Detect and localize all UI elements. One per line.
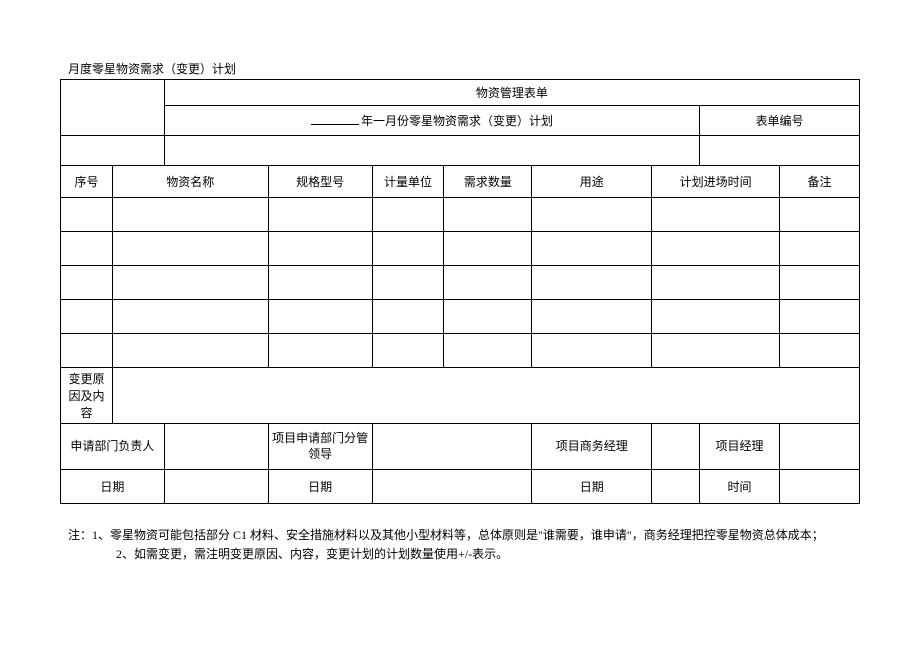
date3-label: 日期 <box>532 470 652 504</box>
cell-seq <box>61 232 113 266</box>
cell-spec <box>268 266 372 300</box>
cell-remark <box>780 300 860 334</box>
col-spec: 规格型号 <box>268 166 372 198</box>
cell-usage <box>532 266 652 300</box>
cell-remark <box>780 198 860 232</box>
sig-dept-head-label: 申请部门负责人 <box>61 424 165 470</box>
top-left-blank <box>61 80 165 136</box>
subtitle-cell: 年一月份零星物资需求（变更）计划 <box>164 106 699 136</box>
footnote-line-2: 2、如需变更，需注明变更原因、内容，变更计划的计划数量使用+/-表示。 <box>116 545 860 564</box>
form-no-value <box>700 136 860 166</box>
cell-usage <box>532 334 652 368</box>
cell-spec <box>268 232 372 266</box>
col-usage: 用途 <box>532 166 652 198</box>
cell-qty <box>444 266 532 300</box>
cell-seq <box>61 198 113 232</box>
date4-value <box>780 470 860 504</box>
cell-unit <box>372 266 444 300</box>
change-reason-label: 变更原因及内容 <box>61 368 113 424</box>
col-remark: 备注 <box>780 166 860 198</box>
cell-qty <box>444 300 532 334</box>
cell-unit <box>372 232 444 266</box>
cell-usage <box>532 300 652 334</box>
signature-row: 申请部门负责人 项目申请部门分管领导 项目商务经理 项目经理 <box>61 424 860 470</box>
cell-plan-entry <box>652 198 780 232</box>
table-row <box>61 266 860 300</box>
table-row <box>61 300 860 334</box>
cell-unit <box>372 300 444 334</box>
cell-plan-entry <box>652 334 780 368</box>
date2-value <box>372 470 532 504</box>
col-plan-entry: 计划进场时间 <box>652 166 780 198</box>
col-qty: 需求数量 <box>444 166 532 198</box>
cell-spec <box>268 300 372 334</box>
col-seq: 序号 <box>61 166 113 198</box>
col-unit: 计量单位 <box>372 166 444 198</box>
date3-value <box>652 470 700 504</box>
cell-remark <box>780 334 860 368</box>
cell-spec <box>268 334 372 368</box>
cell-unit <box>372 198 444 232</box>
date2-label: 日期 <box>268 470 372 504</box>
cell-name <box>112 334 268 368</box>
sig-biz-manager-label: 项目商务经理 <box>532 424 652 470</box>
date1-label: 日期 <box>61 470 165 504</box>
page-title: 月度零星物资需求（变更）计划 <box>68 60 860 77</box>
cell-name <box>112 300 268 334</box>
change-reason-row: 变更原因及内容 <box>61 368 860 424</box>
footnote-line-1: 注：1、零星物资可能包括部分 C1 材料、安全措施材料以及其他小型材料等，总体原… <box>68 526 860 545</box>
cell-plan-entry <box>652 300 780 334</box>
cell-seq <box>61 266 113 300</box>
date4-label: 时间 <box>700 470 780 504</box>
sig-proj-manager-label: 项目经理 <box>700 424 780 470</box>
cell-remark <box>780 266 860 300</box>
cell-seq <box>61 334 113 368</box>
date-row: 日期 日期 日期 时间 <box>61 470 860 504</box>
form-no-label: 表单编号 <box>700 106 860 136</box>
cell-usage <box>532 232 652 266</box>
sig-proj-manager-value <box>780 424 860 470</box>
cell-seq <box>61 300 113 334</box>
cell-name <box>112 232 268 266</box>
cell-qty <box>444 232 532 266</box>
year-blank-underline <box>311 113 359 125</box>
cell-remark <box>780 232 860 266</box>
cell-usage <box>532 198 652 232</box>
table-row <box>61 232 860 266</box>
sig-proj-apply-leader-value <box>372 424 532 470</box>
footnotes: 注：1、零星物资可能包括部分 C1 材料、安全措施材料以及其他小型材料等，总体原… <box>68 526 860 564</box>
cell-name <box>112 198 268 232</box>
cell-plan-entry <box>652 266 780 300</box>
cell-name <box>112 266 268 300</box>
column-header-row: 序号 物资名称 规格型号 计量单位 需求数量 用途 计划进场时间 备注 <box>61 166 860 198</box>
sig-proj-apply-leader-label: 项目申请部门分管领导 <box>268 424 372 470</box>
date1-value <box>164 470 268 504</box>
cell-spec <box>268 198 372 232</box>
cell-qty <box>444 198 532 232</box>
col-name: 物资名称 <box>112 166 268 198</box>
subtitle-text: 年一月份零星物资需求（变更）计划 <box>361 114 553 128</box>
cell-plan-entry <box>652 232 780 266</box>
cell-qty <box>444 334 532 368</box>
table-row <box>61 334 860 368</box>
cell-unit <box>372 334 444 368</box>
change-reason-value <box>112 368 859 424</box>
sig-biz-manager-value <box>652 424 700 470</box>
sig-dept-head-value <box>164 424 268 470</box>
header-band: 物资管理表单 <box>164 80 859 106</box>
table-row <box>61 198 860 232</box>
material-form-table: 物资管理表单 年一月份零星物资需求（变更）计划 表单编号 序号 物资名称 规格型… <box>60 79 860 504</box>
